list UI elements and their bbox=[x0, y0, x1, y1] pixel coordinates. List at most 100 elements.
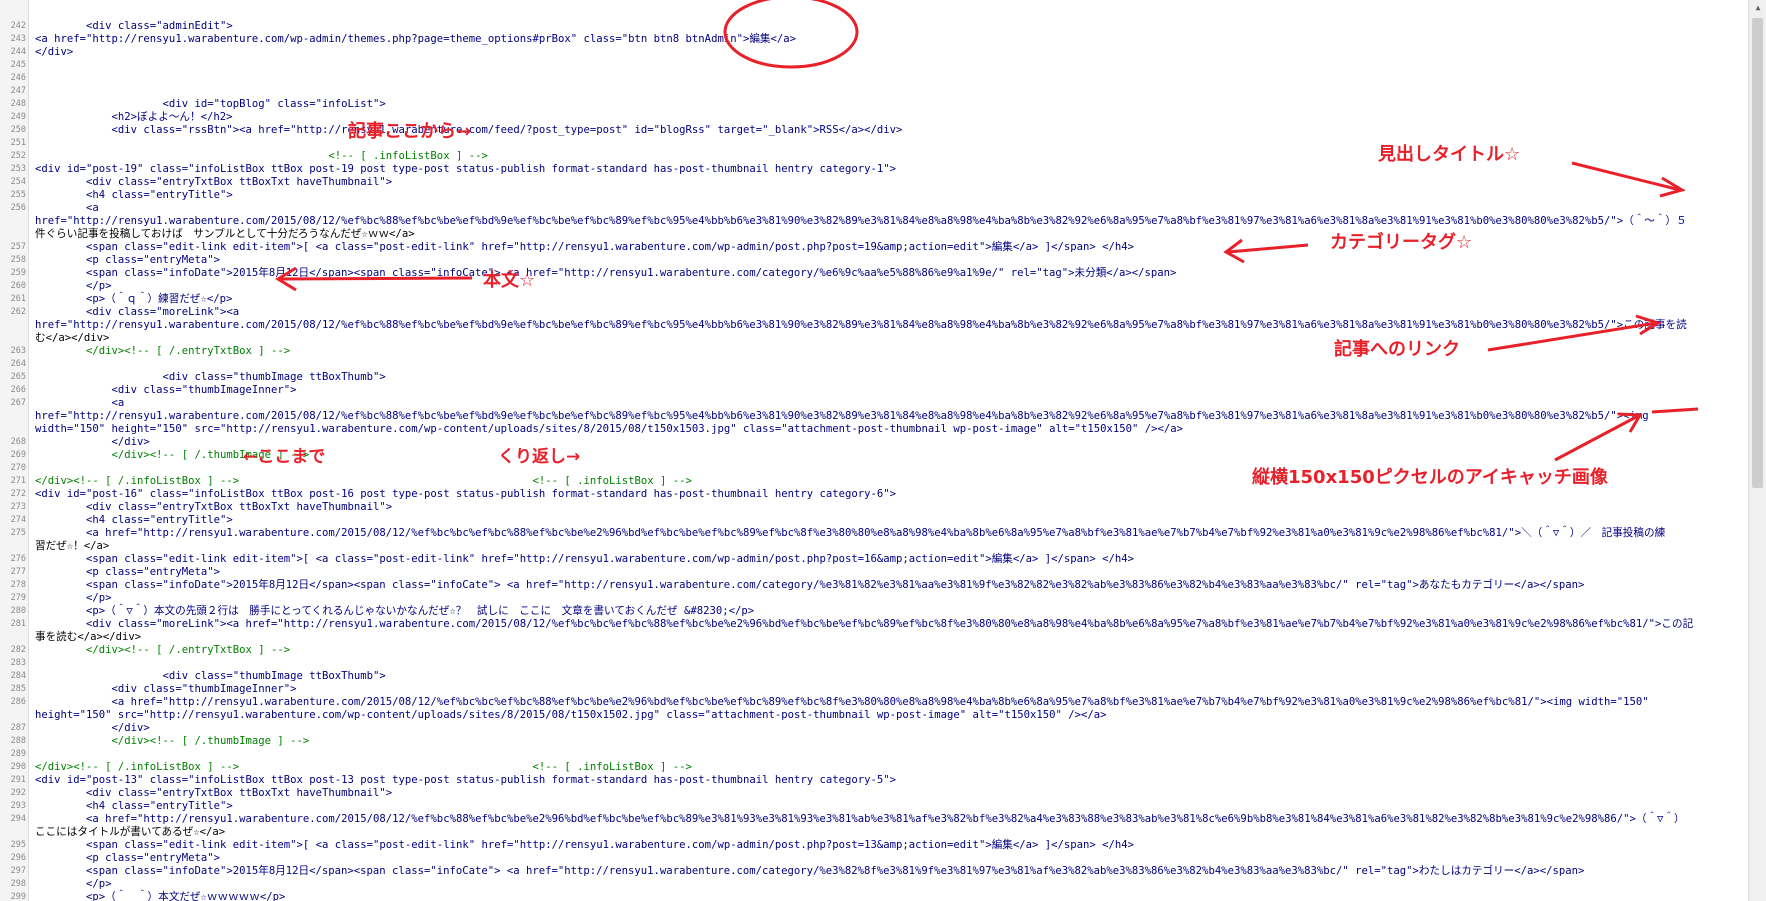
line-number: 257 bbox=[10, 242, 26, 252]
line-number: 259 bbox=[10, 268, 26, 278]
code-line: <div class="entryTxtBox ttBoxTxt haveThu… bbox=[35, 787, 393, 799]
line-number: 282 bbox=[10, 645, 26, 655]
code-line: </div> bbox=[35, 46, 74, 58]
code-comment-line: </div><!-- [ /.entryTxtBox ] --> bbox=[35, 644, 291, 656]
code-line: 事を読む</a></div> bbox=[35, 631, 142, 643]
line-number: 270 bbox=[10, 463, 26, 473]
code-line: <div class="adminEdit"> bbox=[35, 20, 233, 32]
annotation-category-tag: カテゴリータグ☆ bbox=[1330, 232, 1473, 253]
code-line: <div id="topBlog" class="infoList"> bbox=[35, 98, 386, 110]
code-line: height="150" src="http://rensyu1.waraben… bbox=[35, 709, 1107, 721]
code-comment-line: </div><!-- [ /.infoListBox ] --> <!-- [ … bbox=[35, 475, 692, 487]
scrollbar-thumb[interactable] bbox=[1752, 18, 1763, 488]
line-number: 254 bbox=[10, 177, 26, 187]
code-comment-line: <!-- [ .infoListBox ] --> bbox=[35, 150, 488, 162]
line-number: 251 bbox=[10, 138, 26, 148]
line-number: 269 bbox=[10, 450, 26, 460]
line-number: 293 bbox=[10, 801, 26, 811]
code-line: <span class="edit-link edit-item">[ <a c… bbox=[35, 241, 1135, 253]
line-number: 247 bbox=[10, 86, 26, 96]
code-line: </div> bbox=[35, 436, 150, 448]
code-line: <a bbox=[35, 397, 125, 409]
annotation-repeat: くり返し→ bbox=[498, 447, 581, 467]
code-line: <div class="thumbImage ttBoxThumb"> bbox=[35, 371, 386, 383]
code-line: <p class="entryMeta"> bbox=[35, 566, 220, 578]
code-line: <a href="http://rensyu1.warabenture.com/… bbox=[35, 527, 1666, 539]
line-number-gutter: 242 243 244 245 246 247 248 249 250 251 252 253 254 2… bbox=[0, 0, 29, 901]
line-number: 245 bbox=[10, 60, 26, 70]
code-line: <span class="edit-link edit-item">[ <a c… bbox=[35, 839, 1135, 851]
line-number: 295 bbox=[10, 840, 26, 850]
code-line: 習だぜ☆！</a> bbox=[35, 540, 110, 552]
vertical-scrollbar[interactable]: ▲ bbox=[1748, 0, 1766, 901]
line-number: 267 bbox=[10, 398, 26, 408]
line-number: 287 bbox=[10, 723, 26, 733]
line-number: 256 bbox=[10, 203, 26, 213]
code-line: </div> bbox=[35, 722, 150, 734]
code-line: <div id="post-19" class="infoListBox ttB… bbox=[35, 163, 897, 175]
line-number: 266 bbox=[10, 385, 26, 395]
code-line: <span class="infoDate">2015年8月12日</span>… bbox=[35, 267, 1177, 279]
code-line: <p class="entryMeta"> bbox=[35, 852, 220, 864]
line-number: 249 bbox=[10, 112, 26, 122]
line-number: 274 bbox=[10, 515, 26, 525]
code-line: <a href="http://rensyu1.warabenture.com/… bbox=[35, 813, 1685, 825]
line-number: 265 bbox=[10, 372, 26, 382]
code-line: <div class="entryTxtBox ttBoxTxt haveThu… bbox=[35, 501, 393, 513]
code-line: </p> bbox=[35, 280, 112, 292]
code-line: <div id="post-13" class="infoListBox ttB… bbox=[35, 774, 897, 786]
line-number: 290 bbox=[10, 762, 26, 772]
code-line: href="http://rensyu1.warabenture.com/201… bbox=[35, 410, 1649, 422]
line-number: 286 bbox=[10, 697, 26, 707]
annotation-body-text: 本文☆ bbox=[483, 270, 536, 291]
code-line: <p class="entryMeta"> bbox=[35, 254, 220, 266]
line-number: 246 bbox=[10, 73, 26, 83]
code-line: <p>（＾▽＾）本文の先頭２行は 勝手にとってくれるんじゃないかなんだぜ☆？ 試… bbox=[35, 605, 755, 617]
code-line: <div class="entryTxtBox ttBoxTxt haveThu… bbox=[35, 176, 393, 188]
code-line: href="http://rensyu1.warabenture.com/201… bbox=[35, 215, 1687, 227]
line-number: 242 bbox=[10, 21, 26, 31]
line-number: 262 bbox=[10, 307, 26, 317]
code-line: <a href="http://rensyu1.warabenture.com/… bbox=[35, 33, 797, 45]
code-line: <span class="infoDate">2015年8月12日</span>… bbox=[35, 865, 1585, 877]
line-number: 281 bbox=[10, 619, 26, 629]
code-line: <div class="moreLink"><a href="http://re… bbox=[35, 618, 1694, 630]
line-number: 294 bbox=[10, 814, 26, 824]
code-line: <div class="thumbImageInner"> bbox=[35, 683, 297, 695]
code-line: <a bbox=[35, 202, 99, 214]
annotation-until-here: ←ここまで bbox=[243, 447, 326, 467]
line-number: 278 bbox=[10, 580, 26, 590]
code-line: <h4 class="entryTitle"> bbox=[35, 800, 233, 812]
code-line: <p>（＾＿＾）本文だぜ☆ｗｗｗｗｗ</p> bbox=[35, 891, 286, 901]
annotation-headline-title: 見出しタイトル☆ bbox=[1378, 144, 1521, 165]
line-number: 255 bbox=[10, 190, 26, 200]
line-number: 298 bbox=[10, 879, 26, 889]
line-number: 258 bbox=[10, 255, 26, 265]
code-comment-line: </div><!-- [ /.entryTxtBox ] --> bbox=[35, 345, 291, 357]
code-line: む</a></div> bbox=[35, 332, 110, 344]
line-number: 273 bbox=[10, 502, 26, 512]
line-number: 250 bbox=[10, 125, 26, 135]
code-line: 件ぐらい記事を投稿しておけば サンプルとして十分だろうなんだぜ☆ｗｗ</a> bbox=[35, 228, 415, 240]
line-number: 277 bbox=[10, 567, 26, 577]
line-number: 268 bbox=[10, 437, 26, 447]
code-comment-line: </div><!-- [ /.infoListBox ] --> <!-- [ … bbox=[35, 761, 692, 773]
line-number: 244 bbox=[10, 47, 26, 57]
code-line: <h4 class="entryTitle"> bbox=[35, 514, 233, 526]
code-line: <h2>ぼよよ～ん！</h2> bbox=[35, 111, 233, 123]
annotation-article-start: 記事ここから→ bbox=[348, 121, 472, 142]
line-number: 279 bbox=[10, 593, 26, 603]
code-line: <div id="post-16" class="infoListBox ttB… bbox=[35, 488, 897, 500]
line-number: 263 bbox=[10, 346, 26, 356]
line-number: 276 bbox=[10, 554, 26, 564]
code-line: <div class="thumbImageInner"> bbox=[35, 384, 297, 396]
code-line: <span class="edit-link edit-item">[ <a c… bbox=[35, 553, 1135, 565]
scroll-up-arrow-icon[interactable]: ▲ bbox=[1749, 0, 1766, 16]
code-line: <a href="http://rensyu1.warabenture.com/… bbox=[35, 696, 1649, 708]
code-line: href="http://rensyu1.warabenture.com/201… bbox=[35, 319, 1687, 331]
code-line: <div class="thumbImage ttBoxThumb"> bbox=[35, 670, 386, 682]
code-line: <div class="moreLink"><a bbox=[35, 306, 240, 318]
line-number: 271 bbox=[10, 476, 26, 486]
line-number: 299 bbox=[10, 892, 26, 901]
line-number: 289 bbox=[10, 749, 26, 759]
